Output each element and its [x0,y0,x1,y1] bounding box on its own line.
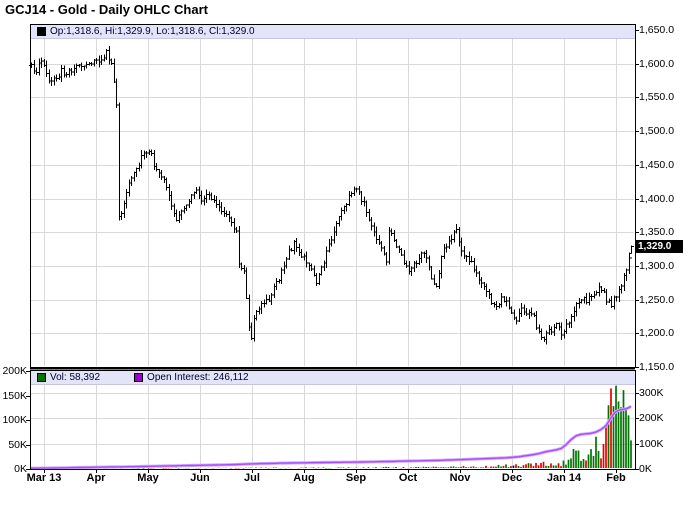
month-label: Apr [86,472,106,484]
volume-axis-label: 150K [2,389,27,402]
ohlc-legend-text: Op:1,318.6, Hi:1,329.9, Lo:1,318.6, Cl:1… [50,26,255,37]
last-price-marker: 1,329.0 [636,239,683,253]
month-label: Jul [244,472,260,484]
price-axis-label: 1,450.0 [639,158,675,171]
oi-axis-label: 100K [639,437,664,450]
month-label: Feb [606,472,626,484]
price-axis-label: 1,250.0 [639,293,675,306]
month-label: Sep [345,472,367,484]
month-label: Jan 14 [546,472,582,484]
volume-legend-bar: Vol: 58,392 Open Interest: 246,112 [31,371,635,385]
price-axis-label: 1,200.0 [639,327,675,340]
volume-axis-label: 200K [2,365,27,377]
oi-axis-label: 200K [639,412,664,424]
volume-axis-label: 100K [2,414,27,426]
price-axis-label: 1,400.0 [639,192,675,205]
open-interest-legend-swatch [134,373,144,382]
volume-legend-text: Vol: 58,392 [50,372,101,383]
price-axis-label: 1,600.0 [639,57,675,70]
price-axis-label: 1,650.0 [639,24,675,36]
month-label: Dec [501,472,523,484]
price-axis-label: 1,350.0 [639,226,675,239]
month-label: Mar 13 [26,472,62,484]
month-label: Aug [293,472,315,484]
price-axis-label: 1,500.0 [639,125,675,138]
month-label: Nov [449,472,471,484]
volume-axis-label: 50K [8,438,27,451]
month-label: May [137,472,159,484]
volume-legend-swatch [37,373,46,382]
price-axis-label: 1,150.0 [639,361,675,373]
price-axis-label: 1,550.0 [639,91,675,104]
ohlc-chart-canvas [26,24,639,473]
ohlc-legend-swatch [37,27,46,36]
chart-window: GCJ14 - Gold - Daily OHLC Chart Op:1,318… [0,0,700,512]
open-interest-legend-text: Open Interest: 246,112 [147,372,249,383]
price-axis-label: 1,300.0 [639,259,675,272]
month-label: Oct [398,472,418,484]
ohlc-legend-bar: Op:1,318.6, Hi:1,329.9, Lo:1,318.6, Cl:1… [31,25,635,39]
oi-axis-label: 300K [639,386,664,399]
month-label: Jun [190,472,210,484]
